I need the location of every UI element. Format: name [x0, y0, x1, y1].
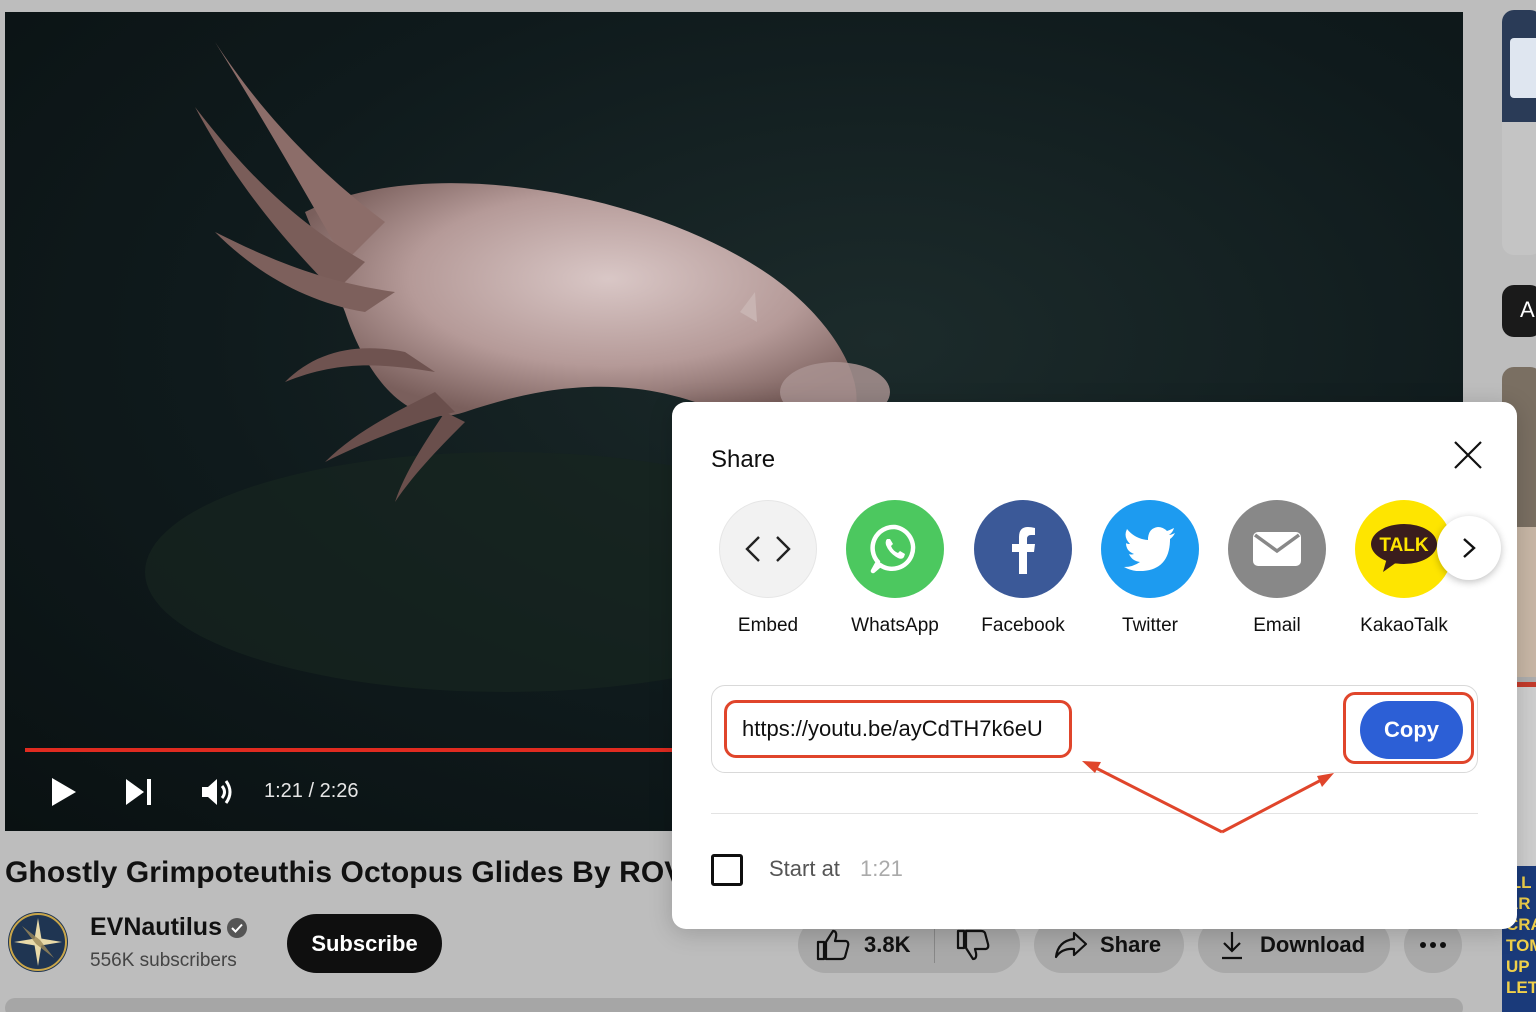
start-at-time-input[interactable]: 1:21	[860, 856, 903, 882]
start-at-checkbox[interactable]	[711, 854, 743, 886]
share-icon	[1054, 931, 1088, 959]
share-label-whatsapp: WhatsApp	[851, 615, 939, 636]
sidebar-chip[interactable]: A	[1502, 285, 1536, 337]
share-dialog: Share Embed WhatsApp Facebook Twitter Em…	[672, 402, 1517, 929]
chevron-right-icon	[1463, 538, 1476, 558]
share-facebook[interactable]: Facebook	[974, 500, 1072, 637]
share-label-facebook: Facebook	[981, 615, 1065, 636]
twitter-icon	[1101, 500, 1199, 598]
share-label-embed: Embed	[737, 615, 799, 636]
close-icon	[1454, 441, 1482, 469]
download-label: Download	[1260, 932, 1366, 957]
embed-icon	[719, 500, 817, 598]
dislike-button[interactable]	[956, 929, 990, 967]
next-button[interactable]	[121, 774, 157, 810]
channel-name[interactable]: EVNautilus	[90, 913, 222, 942]
share-label-twitter: Twitter	[1122, 615, 1178, 636]
share-label-email: Email	[1253, 615, 1301, 636]
copy-highlight-box	[1343, 692, 1474, 764]
email-icon	[1228, 500, 1326, 598]
time-display: 1:21 / 2:26	[264, 780, 359, 802]
video-title: Ghostly Grimpoteuthis Octopus Glides By …	[5, 856, 715, 889]
play-icon	[52, 778, 76, 806]
share-action-label: Share	[1100, 932, 1162, 957]
compass-icon	[9, 913, 67, 971]
share-label-kakaotalk: KakaoTalk	[1360, 615, 1448, 636]
whatsapp-icon	[846, 500, 944, 598]
like-button[interactable]: 3.8K	[816, 929, 910, 961]
subscriber-count: 556K subscribers	[90, 950, 237, 971]
youtube-watch-page: 1:21 / 2:26 Ghostly Grimpoteuthis Octopu…	[0, 0, 1536, 1012]
volume-button[interactable]	[197, 774, 237, 810]
play-button[interactable]	[45, 774, 81, 810]
subscribe-button[interactable]: Subscribe	[287, 914, 442, 973]
kakaotalk-badge: TALK	[1379, 535, 1429, 556]
facebook-icon	[974, 500, 1072, 598]
close-button[interactable]	[1447, 434, 1489, 476]
share-email[interactable]: Email	[1228, 500, 1326, 637]
thumbs-down-icon	[956, 929, 990, 961]
dialog-divider	[711, 813, 1478, 814]
like-count: 3.8K	[864, 932, 911, 957]
description-box[interactable]	[5, 998, 1463, 1012]
related-video-thumbnail[interactable]	[1502, 10, 1536, 255]
next-icon	[126, 779, 151, 805]
verified-icon	[227, 918, 247, 938]
download-icon	[1222, 932, 1242, 960]
share-twitter[interactable]: Twitter	[1101, 500, 1199, 637]
dialog-title: Share	[711, 446, 776, 473]
start-at-label: Start at	[769, 856, 840, 881]
next-share-targets-button[interactable]	[1437, 516, 1501, 580]
share-embed[interactable]: Embed	[719, 500, 817, 637]
thumbs-up-icon	[816, 929, 850, 961]
url-highlight-box	[724, 700, 1072, 758]
share-whatsapp[interactable]: WhatsApp	[846, 500, 944, 637]
share-kakaotalk[interactable]: TALK KakaoTalk	[1355, 500, 1453, 637]
volume-icon	[202, 779, 232, 805]
like-divider	[934, 927, 935, 963]
more-icon	[1420, 942, 1446, 948]
channel-avatar[interactable]	[8, 912, 68, 972]
